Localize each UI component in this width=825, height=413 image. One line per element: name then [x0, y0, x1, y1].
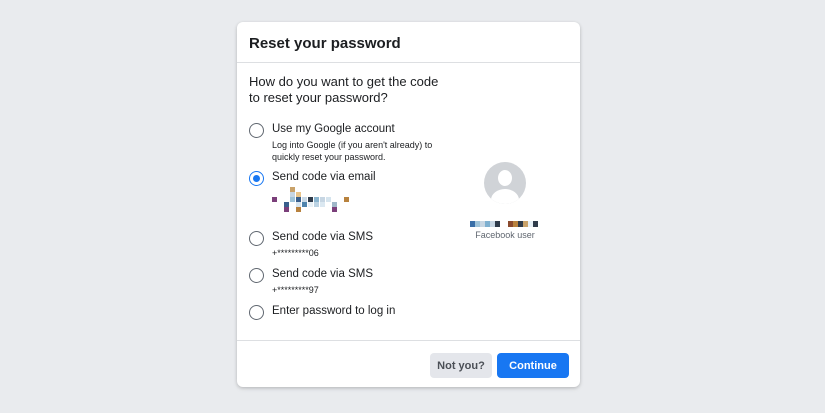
option-send-sms-2[interactable]: Send code via SMS +*********97	[249, 267, 442, 296]
option-send-email[interactable]: Send code via email	[249, 170, 376, 217]
masked-phone: +*********97	[272, 285, 319, 295]
dialog-title: Reset your password	[249, 35, 401, 52]
redacted-name	[470, 221, 540, 227]
radio-enter-password[interactable]	[249, 305, 264, 320]
continue-button[interactable]: Continue	[497, 353, 569, 378]
profile-label: Facebook user	[475, 230, 535, 240]
option-description: Log into Google (if you aren't already) …	[272, 140, 433, 162]
question-text: How do you want to get the code to reset…	[249, 74, 439, 105]
masked-phone: +*********06	[272, 248, 319, 258]
dialog-footer: Not you? Continue	[237, 340, 580, 387]
option-label: Send code via SMS	[272, 268, 374, 280]
option-enter-password[interactable]: Enter password to log in	[249, 304, 395, 320]
dialog-header: Reset your password	[237, 22, 580, 63]
reset-password-dialog: Reset your password How do you want to g…	[237, 22, 580, 387]
option-label: Use my Google account	[272, 123, 395, 135]
option-label: Send code via email	[272, 171, 376, 183]
redacted-email	[272, 187, 362, 217]
option-label: Send code via SMS	[272, 231, 374, 243]
radio-send-sms-1[interactable]	[249, 231, 264, 246]
option-label: Enter password to log in	[272, 305, 396, 317]
radio-google-account[interactable]	[249, 123, 264, 138]
default-user-avatar-icon	[484, 162, 526, 204]
radio-send-email[interactable]	[249, 171, 264, 186]
option-send-sms-1[interactable]: Send code via SMS +*********06	[249, 230, 442, 259]
profile-card: Facebook user	[463, 162, 547, 240]
option-google-account[interactable]: Use my Google account Log into Google (i…	[249, 122, 442, 163]
not-you-button[interactable]: Not you?	[430, 353, 492, 378]
radio-send-sms-2[interactable]	[249, 268, 264, 283]
